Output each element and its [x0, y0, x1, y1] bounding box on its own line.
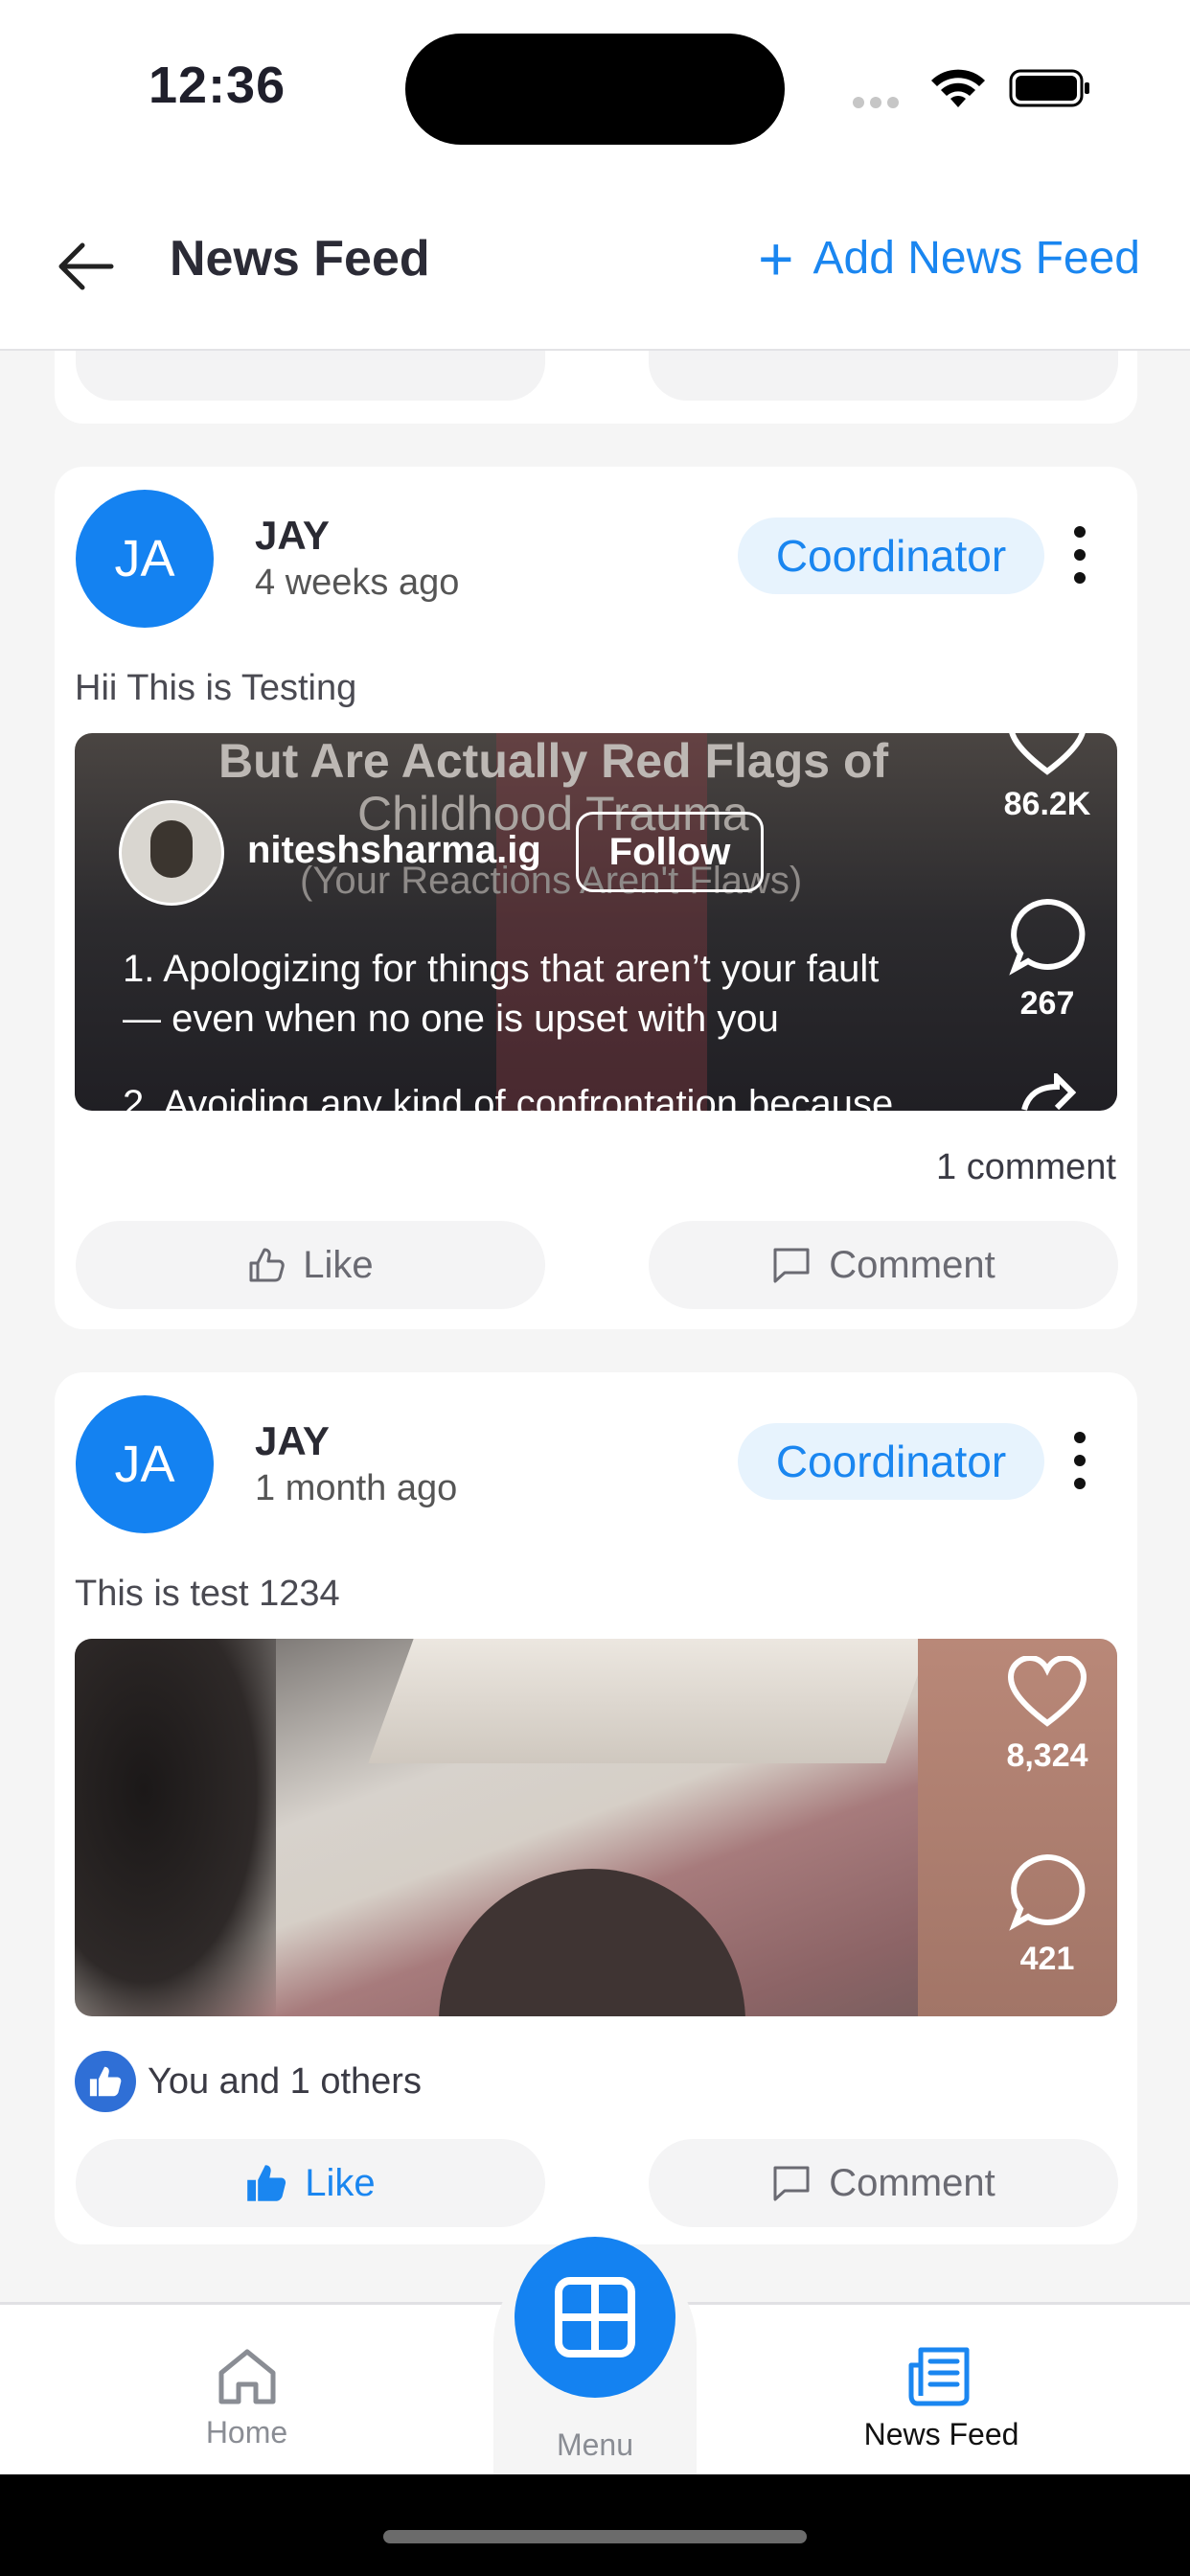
- battery-icon: [1009, 69, 1089, 107]
- video-comment-stat[interactable]: 421: [995, 1852, 1100, 1978]
- comment-label: Comment: [829, 2161, 995, 2204]
- comment-count[interactable]: 1 comment: [936, 1147, 1116, 1188]
- like-button[interactable]: Like: [76, 1221, 545, 1309]
- newspaper-icon: [908, 2347, 969, 2406]
- video-text-line: 2. Avoiding any kind of confrontation be…: [123, 1083, 894, 1111]
- video-like-stat[interactable]: 86.2K: [995, 733, 1100, 823]
- video-overlay-title: But Are Actually Red Flags of: [218, 734, 889, 788]
- comment-button[interactable]: Comment: [649, 1221, 1118, 1309]
- role-badge: Coordinator: [738, 1423, 1044, 1500]
- comment-icon: [773, 1248, 810, 1283]
- app-header: News Feed + Add News Feed: [0, 182, 1190, 351]
- video-creator-avatar: [119, 800, 224, 906]
- share-icon[interactable]: [1018, 1073, 1076, 1111]
- video-like-count: 86.2K: [1003, 786, 1091, 822]
- comment-bubble-icon: [1009, 1853, 1086, 1931]
- post-time: 4 weeks ago: [255, 563, 460, 603]
- comment-icon: [773, 2166, 810, 2201]
- nav-news-feed-label: News Feed: [863, 2417, 1019, 2451]
- comment-bubble-icon: [1009, 898, 1086, 976]
- nav-home-label: Home: [205, 2415, 288, 2450]
- video-comment-count: 421: [1019, 1941, 1075, 1977]
- post-card: JA JAY 4 weeks ago Coordinator Hii This …: [55, 467, 1137, 1329]
- like-label: Like: [303, 1243, 374, 1286]
- likes-summary-text: You and 1 others: [148, 2060, 422, 2102]
- page-title: News Feed: [170, 231, 430, 287]
- status-time: 12:36: [149, 57, 286, 114]
- author-name: JAY: [255, 1418, 330, 1463]
- nav-news-feed[interactable]: News Feed: [843, 2340, 1040, 2452]
- grid-icon: [555, 2277, 635, 2358]
- video-comment-stat[interactable]: 267: [995, 896, 1100, 1023]
- post-card: JA JAY 1 month ago Coordinator This is t…: [55, 1372, 1137, 2244]
- avatar[interactable]: JA: [76, 1395, 214, 1533]
- video-like-count: 8,324: [1006, 1737, 1088, 1774]
- previous-post-card: [55, 351, 1137, 424]
- avatar[interactable]: JA: [76, 490, 214, 628]
- nav-menu-label[interactable]: Menu: [499, 2427, 691, 2463]
- previous-comment-button[interactable]: [649, 351, 1118, 401]
- home-indicator-bar: [0, 2474, 1190, 2576]
- wifi-icon: [931, 69, 985, 107]
- post-time: 1 month ago: [255, 1468, 458, 1508]
- author-name: JAY: [255, 513, 330, 558]
- more-options-icon[interactable]: [1070, 526, 1089, 584]
- add-news-feed-label: Add News Feed: [812, 233, 1140, 284]
- video-comment-count: 267: [1019, 985, 1075, 1022]
- plus-icon: +: [758, 223, 794, 293]
- thumbs-up-filled-icon: [247, 2165, 286, 2201]
- post-video[interactable]: But Are Actually Red Flags of Childhood …: [75, 733, 1117, 1111]
- status-bar: 12:36: [0, 0, 1190, 182]
- like-badge-icon: [75, 2051, 136, 2112]
- like-label: Like: [305, 2161, 376, 2204]
- add-news-feed-button[interactable]: + Add News Feed: [758, 223, 1140, 293]
- like-button[interactable]: Like: [76, 2139, 545, 2227]
- comment-button[interactable]: Comment: [649, 2139, 1118, 2227]
- dynamic-island: [405, 34, 785, 145]
- post-video[interactable]: 8,324 421: [75, 1639, 1117, 2016]
- home-icon: [218, 2349, 275, 2404]
- follow-button[interactable]: Follow: [576, 812, 764, 892]
- video-text-line: 1. Apologizing for things that aren’t yo…: [123, 948, 880, 1040]
- post-caption: This is test 1234: [75, 1574, 340, 1614]
- likes-summary[interactable]: You and 1 others: [75, 2051, 422, 2112]
- post-caption: Hii This is Testing: [75, 668, 357, 708]
- thumbs-up-icon: [249, 1248, 286, 1282]
- video-creator-username: niteshsharma.ig: [247, 829, 541, 871]
- comment-label: Comment: [829, 1243, 995, 1286]
- video-like-stat[interactable]: 8,324: [995, 1654, 1100, 1775]
- back-arrow-icon[interactable]: [50, 228, 126, 305]
- role-badge: Coordinator: [738, 518, 1044, 594]
- heart-icon: [1007, 1654, 1087, 1727]
- heart-icon: [1009, 733, 1086, 775]
- cellular-signal-icon: [853, 96, 916, 108]
- nav-home[interactable]: Home: [187, 2346, 307, 2450]
- menu-button[interactable]: [515, 2237, 675, 2398]
- previous-like-button[interactable]: [76, 351, 545, 401]
- more-options-icon[interactable]: [1070, 1432, 1089, 1489]
